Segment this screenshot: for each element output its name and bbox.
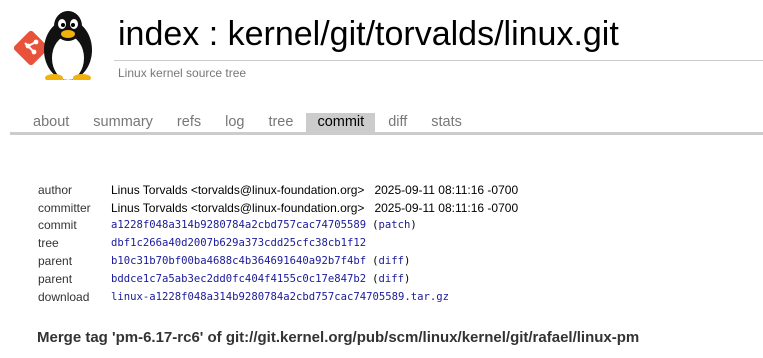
author-row: author Linus Torvalds <torvalds@linux-fo… xyxy=(38,181,518,199)
parent-row-2: parent bddce1c7a5ab3ec2dd0fc404f4155c0c1… xyxy=(38,270,518,288)
commit-row: commit a1228f048a314b9280784a2cbd757cac7… xyxy=(38,217,518,235)
patch-link[interactable]: patch xyxy=(379,219,411,231)
tux-penguin-icon xyxy=(44,11,92,80)
repo-description: Linux kernel source tree xyxy=(118,66,247,80)
committer-row: committer Linus Torvalds <torvalds@linux… xyxy=(38,199,518,217)
commit-subject: Merge tag 'pm-6.17-rc6' of git://git.ker… xyxy=(37,329,640,346)
commit-label: commit xyxy=(38,218,77,233)
committer-value: Linus Torvalds <torvalds@linux-foundatio… xyxy=(111,200,365,215)
parent-row-1: parent b10c31b70bf00ba4688c4b364691640a9… xyxy=(38,252,518,270)
patch-close-paren: ) xyxy=(410,219,417,232)
parent-label: parent xyxy=(38,254,73,269)
diff-close-paren: ) xyxy=(404,255,411,268)
author-date: 2025-09-11 08:11:16 -0700 xyxy=(374,182,519,197)
tree-row: tree dbf1c266a40d2007b629a373cdd25cfc38c… xyxy=(38,234,518,252)
author-value: Linus Torvalds <torvalds@linux-foundatio… xyxy=(111,182,365,197)
tab-log[interactable]: log xyxy=(214,113,255,132)
parent-hash-link-2[interactable]: bddce1c7a5ab3ec2dd0fc404f4155c0c17e847b2 xyxy=(111,273,366,285)
tab-stats[interactable]: stats xyxy=(420,113,473,132)
tab-about[interactable]: about xyxy=(22,113,80,132)
parent-label: parent xyxy=(38,271,73,286)
download-label: download xyxy=(38,289,90,304)
tab-refs[interactable]: refs xyxy=(166,113,212,132)
tab-tree[interactable]: tree xyxy=(257,113,304,132)
committer-label: committer xyxy=(38,200,91,215)
commit-hash-link[interactable]: a1228f048a314b9280784a2cbd757cac74705589 xyxy=(111,219,366,231)
author-label: author xyxy=(38,182,73,197)
tree-hash-link[interactable]: dbf1c266a40d2007b629a373cdd25cfc38cb1f12 xyxy=(111,237,366,249)
tab-bar: about summary refs log tree commit diff … xyxy=(10,113,763,135)
parent-diff-link-2[interactable]: diff xyxy=(379,273,405,285)
cgit-logo-icon[interactable] xyxy=(14,8,106,80)
diff-close-paren: ) xyxy=(404,272,411,285)
committer-date: 2025-09-11 08:11:16 -0700 xyxy=(374,200,519,215)
tree-label: tree xyxy=(38,236,59,251)
parent-hash-link-1[interactable]: b10c31b70bf00ba4688c4b364691640a92b7f4bf xyxy=(111,255,366,267)
tab-diff[interactable]: diff xyxy=(377,113,418,132)
download-row: download linux-a1228f048a314b9280784a2cb… xyxy=(38,288,518,306)
parent-diff-link-1[interactable]: diff xyxy=(379,255,405,267)
download-tarball-link[interactable]: linux-a1228f048a314b9280784a2cbd757cac74… xyxy=(111,291,449,303)
header-divider xyxy=(114,60,763,61)
tab-summary[interactable]: summary xyxy=(82,113,164,132)
tab-commit[interactable]: commit xyxy=(306,113,376,132)
repo-title: index : kernel/git/torvalds/linux.git xyxy=(118,15,619,53)
commit-info-table: author Linus Torvalds <torvalds@linux-fo… xyxy=(38,181,518,306)
